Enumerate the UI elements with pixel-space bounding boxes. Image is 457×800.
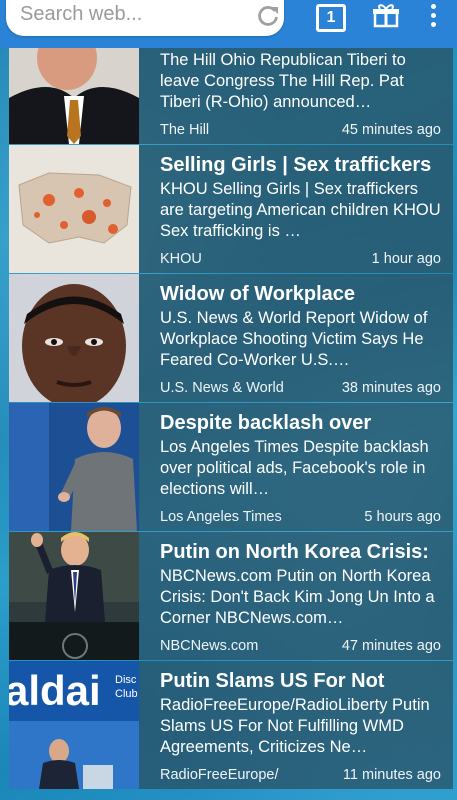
article-snippet: NBCNews.com Putin on North Korea Crisis:… [160,567,435,627]
reload-icon[interactable] [254,2,282,30]
news-card[interactable]: Putin on North Korea Crisis: NBCNews.com… [9,532,453,660]
valdai-logo-text: aldai [9,667,101,714]
article-thumbnail [9,38,139,144]
logo-disc-text: Disc [115,674,137,686]
tab-switcher-button[interactable]: 1 [316,4,346,32]
news-card[interactable]: aldai Disc Club Putin Slams US For Not R… [9,661,453,789]
search-input[interactable]: Search web... [6,0,284,36]
news-card[interactable]: Selling Girls | Sex traffickers KHOU Sel… [9,145,453,273]
article-source: The Hill [160,122,210,138]
article-time: 47 minutes ago [341,638,441,654]
article-time: 1 hour ago [371,251,441,267]
article-source: Los Angeles Times [160,509,282,525]
news-feed: The Hill Ohio Republican Tiberi to leave… [9,38,453,790]
article-time: 38 minutes ago [341,380,441,396]
search-placeholder: Search web... [20,3,143,25]
news-card[interactable]: The Hill Ohio Republican Tiberi to leave… [9,38,453,144]
article-time: 5 hours ago [364,509,441,525]
gift-icon[interactable] [372,2,400,28]
article-thumbnail [9,403,139,531]
article-title: Despite backlash over [160,412,372,434]
article-snippet: RadioFreeEurope/RadioLiberty Putin Slams… [160,696,430,756]
article-title: Putin Slams US For Not [160,670,385,692]
article-snippet: U.S. News & World Report Widow of Workpl… [160,309,428,369]
article-thumbnail: aldai Disc Club [9,661,139,789]
news-card[interactable]: Despite backlash over Los Angeles Times … [9,403,453,531]
article-source: RadioFreeEurope/ [160,767,279,783]
article-source: NBCNews.com [160,638,259,654]
article-title: Selling Girls | Sex traffickers [160,154,432,176]
overflow-menu-icon[interactable] [428,2,438,28]
browser-toolbar: Search web... 1 [0,0,457,48]
article-snippet: KHOU Selling Girls | Sex traffickers are… [160,180,441,240]
article-snippet: The Hill Ohio Republican Tiberi to leave… [160,51,406,111]
article-thumbnail [9,532,139,660]
article-source: KHOU [160,251,202,267]
article-thumbnail [9,274,139,402]
article-source: U.S. News & World [160,380,284,396]
news-card[interactable]: Widow of Workplace U.S. News & World Rep… [9,274,453,402]
article-time: 11 minutes ago [342,767,441,783]
article-title: Widow of Workplace [160,283,356,305]
article-snippet: Los Angeles Times Despite backlash over … [160,438,429,498]
article-title: Putin on North Korea Crisis: [160,541,429,563]
logo-club-text: Club [115,688,138,700]
article-thumbnail [9,145,139,273]
article-time: 45 minutes ago [341,122,441,138]
